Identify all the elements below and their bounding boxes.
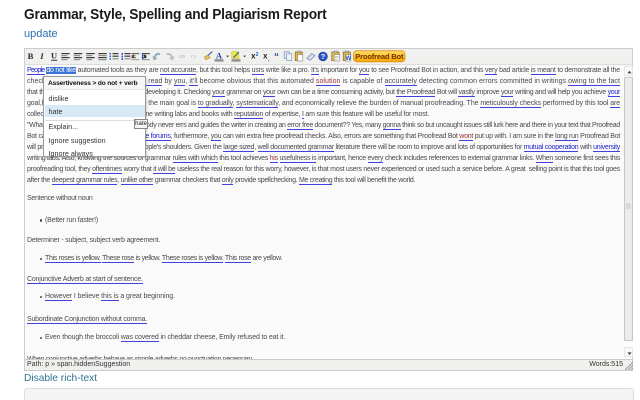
svg-text:A: A [216, 50, 223, 60]
svg-text:2: 2 [256, 52, 259, 58]
svg-text:B: B [28, 51, 34, 61]
svg-text:U: U [51, 52, 57, 61]
svg-text:I: I [39, 51, 44, 61]
svg-text:,: , [268, 57, 270, 63]
svg-text:?: ? [321, 54, 325, 61]
svg-text:“: “ [274, 52, 279, 63]
svg-text:W: W [345, 56, 351, 62]
svg-text:∞: ∞ [179, 52, 185, 61]
svg-text:Proofread Bot: Proofread Bot [355, 52, 404, 61]
